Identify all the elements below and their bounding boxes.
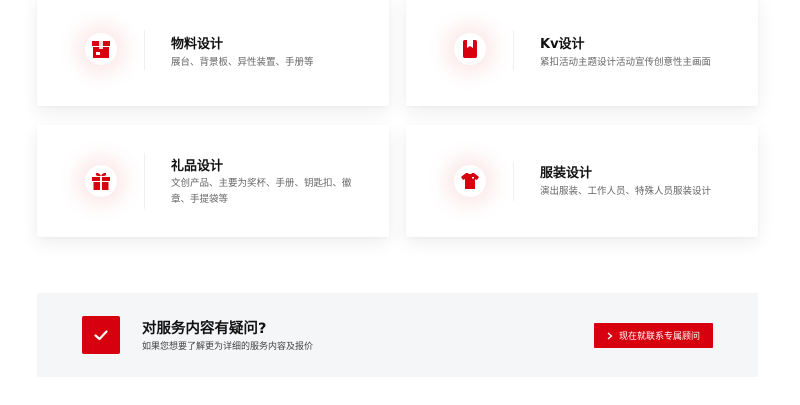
service-description: 演出服装、工作人员、特殊人员服装设计: [540, 186, 712, 197]
service-title: Kv设计: [540, 37, 585, 52]
service-card-kv[interactable]: Kv设计 紧扣活动主题设计活动宣传创意性主画面: [406, 0, 758, 106]
card-divider: [144, 153, 145, 209]
card-divider: [513, 161, 514, 201]
service-card-gift[interactable]: 礼品设计 文创产品、主要为奖杯、手册、钥匙扣、徽章、手提袋等: [37, 125, 389, 237]
bookmark-book-icon: [454, 33, 486, 65]
check-icon: [82, 316, 120, 354]
service-title: 礼品设计: [171, 159, 224, 174]
service-description: 紧扣活动主题设计活动宣传创意性主画面: [540, 57, 712, 68]
service-title: 物料设计: [171, 37, 224, 52]
box-icon: [85, 33, 117, 65]
service-card-material[interactable]: 物料设计 展台、背景板、异性装置、手册等: [37, 0, 389, 106]
cta-subtitle: 如果您想要了解更为详细的服务内容及报价: [142, 342, 314, 352]
card-divider: [513, 30, 514, 70]
service-card-apparel[interactable]: 服装设计 演出服装、工作人员、特殊人员服装设计: [406, 125, 758, 237]
service-description: 展台、背景板、异性装置、手册等: [171, 57, 314, 68]
service-title: 服装设计: [540, 166, 593, 181]
chevron-right-icon: [607, 332, 613, 340]
tshirt-icon: [454, 165, 486, 197]
contact-cta-banner: 对服务内容有疑问? 如果您想要了解更为详细的服务内容及报价 现在就联系专属顾问: [37, 293, 758, 377]
service-description: 文创产品、主要为奖杯、手册、钥匙扣、徽章、手提袋等: [171, 178, 352, 205]
cta-title: 对服务内容有疑问?: [142, 321, 267, 337]
contact-advisor-button[interactable]: 现在就联系专属顾问: [594, 323, 713, 348]
gift-icon: [85, 165, 117, 197]
card-divider: [144, 30, 145, 70]
contact-advisor-button-label: 现在就联系专属顾问: [618, 332, 700, 342]
